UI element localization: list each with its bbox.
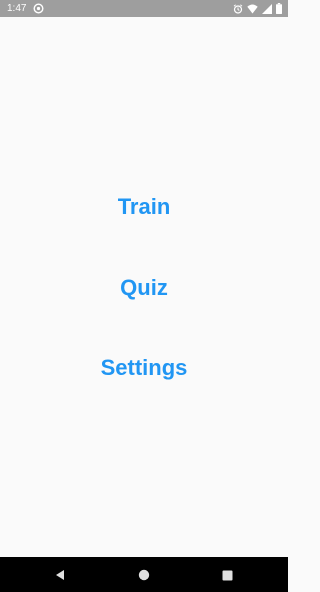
recents-icon[interactable] [217,565,237,585]
navigation-bar [0,557,288,592]
train-button[interactable]: Train [0,187,288,227]
status-time: 1:47 [7,3,27,14]
status-icons [233,3,282,14]
wifi-icon [247,4,258,14]
battery-icon [276,3,282,14]
alarm-icon [233,3,243,14]
settings-button[interactable]: Settings [0,348,288,388]
signal-icon [262,3,272,14]
status-bar: 1:47 [0,0,288,17]
home-icon[interactable] [134,565,154,585]
app-screen: 1:47 Train Quiz Settings [0,0,288,592]
quiz-button[interactable]: Quiz [0,268,288,308]
app-notification-icon [33,3,44,14]
menu-container: Train Quiz Settings [0,17,288,557]
back-icon[interactable] [50,565,70,585]
